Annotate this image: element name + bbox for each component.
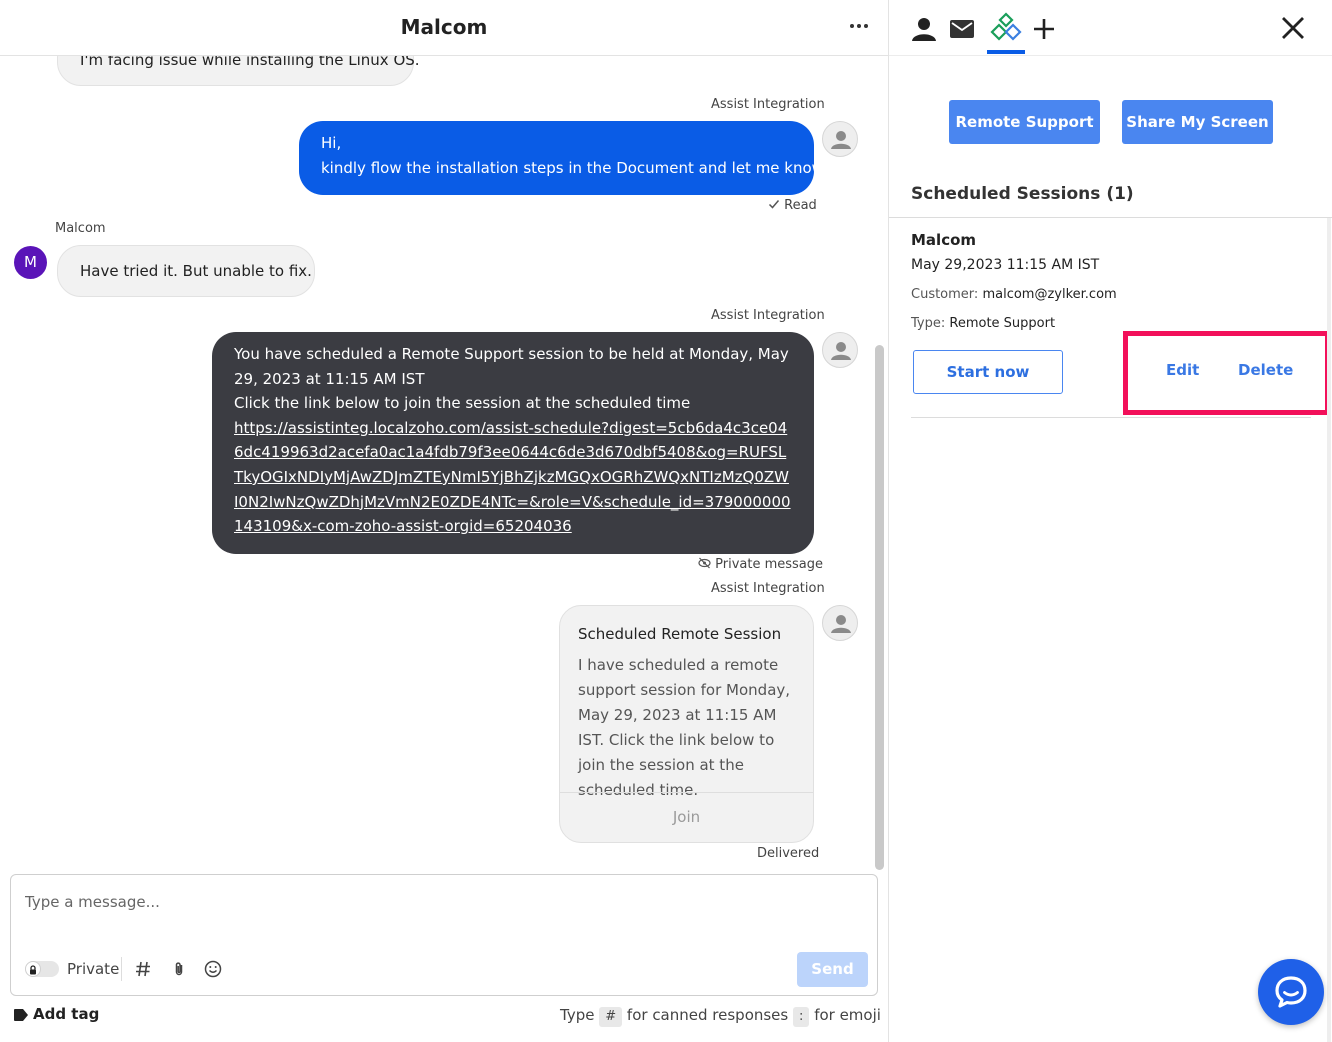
chat-header: Malcom: [0, 0, 888, 56]
start-now-button[interactable]: Start now: [913, 350, 1063, 394]
outgoing-message-bubble: You have scheduled a Remote Support sess…: [212, 332, 814, 554]
delivered-status: Delivered: [757, 846, 820, 861]
tag-icon: [14, 1009, 28, 1021]
mail-icon: [950, 20, 974, 38]
add-tag-button[interactable]: Add tag: [14, 1005, 99, 1023]
outgoing-message-bubble: Hi, kindly flow the installation steps i…: [299, 121, 828, 195]
message-sender: Assist Integration: [711, 97, 825, 112]
session-link[interactable]: https://assistinteg.localzoho.com/assist…: [234, 416, 792, 539]
section-divider: [889, 217, 1332, 218]
session-customer-row: Customer: malcom@zylker.com: [911, 287, 1117, 302]
hint-text: for emoji: [814, 1006, 881, 1024]
share-screen-button[interactable]: Share My Screen: [1122, 100, 1273, 144]
message-sender: Assist Integration: [711, 581, 825, 596]
remote-support-button[interactable]: Remote Support: [949, 100, 1100, 144]
user-icon: [831, 131, 851, 149]
scheduled-sessions-title: Scheduled Sessions (1): [911, 184, 1134, 204]
session-customer-name: Malcom: [911, 231, 977, 249]
tab-contact[interactable]: [907, 12, 941, 46]
add-tag-label: Add tag: [33, 1005, 100, 1023]
chat-title: Malcom: [400, 15, 488, 39]
toggle-knob: [25, 961, 41, 977]
panel-scrollbar[interactable]: [1327, 218, 1331, 1042]
send-button[interactable]: Send: [797, 952, 868, 987]
tab-mail[interactable]: [945, 12, 979, 46]
message-sender: Assist Integration: [711, 308, 825, 323]
chat-scrollbar[interactable]: [875, 345, 884, 870]
private-status: Private message: [698, 557, 823, 572]
message-text: Have tried it. But unable to fix.: [80, 262, 312, 280]
more-icon[interactable]: [846, 12, 872, 40]
private-toggle[interactable]: [25, 961, 59, 977]
panel-tabs: [889, 0, 1332, 56]
user-icon: [831, 615, 851, 633]
customer-label: Customer:: [911, 287, 979, 302]
customer-avatar: M: [14, 246, 47, 279]
message-text: You have scheduled a Remote Support sess…: [234, 345, 789, 388]
user-icon: [912, 18, 936, 41]
session-datetime: May 29,2023 11:15 AM IST: [911, 257, 1100, 273]
message-composer: Private Send: [10, 874, 878, 996]
session-type: Remote Support: [949, 316, 1056, 331]
join-button[interactable]: Join: [560, 808, 813, 826]
lock-icon: [30, 965, 36, 975]
shortcut-hint: Type # for canned responses : for emoji: [560, 1006, 881, 1027]
agent-avatar: [822, 121, 858, 157]
close-icon: [1282, 17, 1304, 39]
card-divider: [560, 792, 813, 793]
edit-session-button[interactable]: Edit: [1166, 361, 1199, 379]
hint-text: Type: [560, 1006, 595, 1024]
check-icon: [768, 200, 780, 209]
tab-add[interactable]: [1027, 12, 1061, 46]
zoho-assist-icon: [990, 12, 1022, 41]
read-status: Read: [768, 198, 817, 213]
customer-email: malcom@zylker.com: [982, 287, 1117, 302]
message-sender: Malcom: [55, 221, 106, 236]
chat-pane: Malcom I'm facing issue while installing…: [0, 0, 888, 1042]
message-text-line: kindly flow the installation steps in th…: [321, 159, 828, 177]
close-panel-button[interactable]: [1279, 14, 1307, 42]
hash-icon[interactable]: [133, 959, 153, 979]
user-icon: [831, 342, 851, 360]
card-title: Scheduled Remote Session: [578, 625, 782, 643]
message-input[interactable]: [25, 889, 785, 915]
attachment-icon[interactable]: [169, 959, 189, 979]
delete-session-button[interactable]: Delete: [1238, 361, 1293, 379]
message-text: Click the link below to join the session…: [234, 394, 691, 413]
session-divider: [911, 417, 1311, 418]
plus-icon: [1034, 19, 1054, 39]
scheduled-session-card: Scheduled Remote Session I have schedule…: [559, 605, 814, 843]
app: Malcom I'm facing issue while installing…: [0, 0, 1332, 1042]
agent-avatar: [822, 332, 858, 368]
active-tab-indicator: [987, 50, 1025, 54]
status-text: Read: [784, 198, 817, 213]
card-body: I have scheduled a remote support sessio…: [578, 656, 791, 799]
side-panel: Remote Support Share My Screen Scheduled…: [888, 0, 1332, 1042]
tab-zoho-assist[interactable]: [989, 12, 1023, 46]
session-type-row: Type: Remote Support: [911, 316, 1055, 331]
highlight-annotation: [1123, 331, 1330, 415]
status-text: Private message: [715, 557, 824, 572]
toolbar-divider: [121, 957, 122, 981]
eye-off-icon: [698, 557, 711, 569]
hash-key: #: [599, 1007, 623, 1027]
chat-widget-button[interactable]: [1258, 959, 1324, 1025]
private-label: Private: [67, 960, 120, 978]
chat-bubble-icon: [1275, 976, 1307, 1008]
incoming-message-bubble: Have tried it. But unable to fix.: [57, 245, 315, 297]
hint-text: for canned responses: [626, 1006, 789, 1024]
colon-key: :: [793, 1007, 810, 1027]
agent-avatar: [822, 605, 858, 641]
type-label: Type:: [911, 316, 946, 331]
message-text-line: Hi,: [321, 134, 342, 152]
emoji-icon[interactable]: [203, 959, 223, 979]
